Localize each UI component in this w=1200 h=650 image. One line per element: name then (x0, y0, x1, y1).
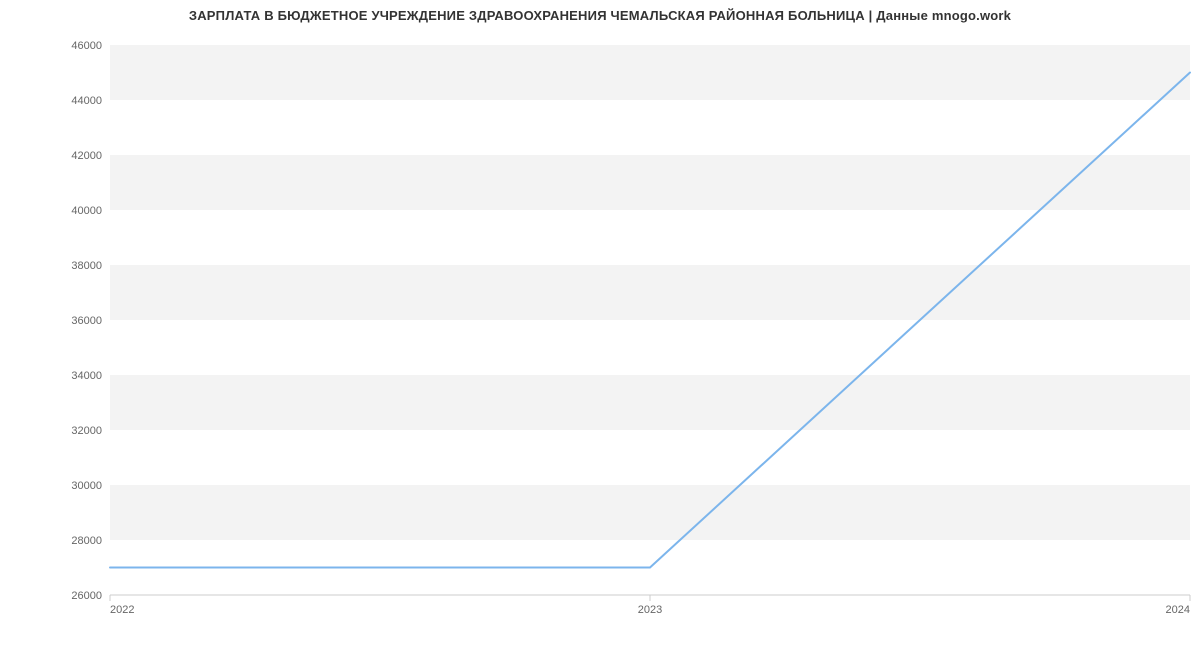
y-tick-label: 26000 (71, 590, 102, 602)
y-tick-label: 34000 (71, 370, 102, 382)
y-tick-label: 44000 (71, 95, 102, 107)
y-tick-label: 40000 (71, 205, 102, 217)
chart-title: ЗАРПЛАТА В БЮДЖЕТНОЕ УЧРЕЖДЕНИЕ ЗДРАВООХ… (0, 8, 1200, 23)
y-tick-label: 32000 (71, 425, 102, 437)
y-tick-label: 28000 (71, 535, 102, 547)
plot-area: 2600028000300003200034000360003800040000… (110, 45, 1190, 615)
y-tick-label: 46000 (71, 40, 102, 52)
y-tick-label: 38000 (71, 260, 102, 272)
y-tick-label: 36000 (71, 315, 102, 327)
x-tick-label: 2022 (110, 604, 134, 616)
x-tick-label: 2023 (638, 604, 662, 616)
y-tick-label: 30000 (71, 480, 102, 492)
y-tick-label: 42000 (71, 150, 102, 162)
x-tick-label: 2024 (1166, 604, 1190, 616)
chart-container: ЗАРПЛАТА В БЮДЖЕТНОЕ УЧРЕЖДЕНИЕ ЗДРАВООХ… (0, 0, 1200, 650)
chart-svg: 2600028000300003200034000360003800040000… (110, 45, 1190, 615)
